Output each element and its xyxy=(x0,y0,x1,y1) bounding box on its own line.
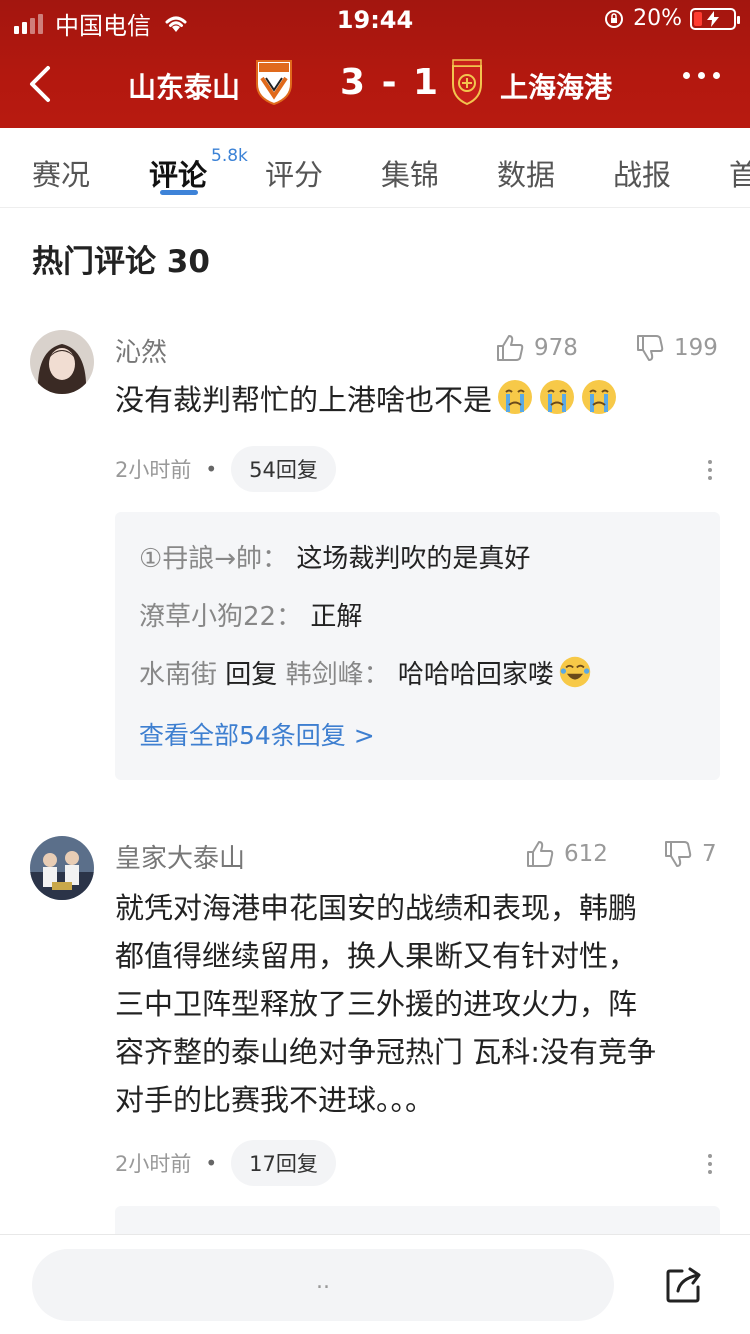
comment-count-badge: 5.8k xyxy=(211,146,248,166)
comment-meta: 2小时前 • 54回复 xyxy=(115,446,336,492)
comment-username[interactable]: 沁然 xyxy=(115,332,167,369)
comment-time: 2小时前 xyxy=(115,1152,192,1176)
battery-fill xyxy=(694,11,702,26)
tab-ratings[interactable]: 评分 xyxy=(265,152,323,194)
reply-preview-box[interactable]: ①冄誏→帥： 这场裁判吹的是真好 潦草小狗22： 正解 水南街 回复 韩剑峰： … xyxy=(115,512,720,780)
comment-text: 就凭对海港申花国安的战绩和表现，韩鹏 都值得继续留用，换人果断又有针对性， 三中… xyxy=(115,891,656,1117)
thumbs-down-icon xyxy=(637,335,664,361)
tab-match-status[interactable]: 赛况 xyxy=(32,152,90,194)
dislike-count: 199 xyxy=(674,335,718,361)
comment-meta: 2小时前 • 17回复 xyxy=(115,1140,336,1186)
shanghai-port-logo-icon[interactable] xyxy=(447,58,487,106)
like-button[interactable]: 978 xyxy=(494,332,578,364)
dislike-button[interactable]: 7 xyxy=(662,838,717,870)
tab-report[interactable]: 战报 xyxy=(613,152,671,194)
like-count: 978 xyxy=(534,335,578,361)
rotation-lock-icon xyxy=(605,9,624,28)
away-team-name[interactable]: 上海海港 xyxy=(500,66,612,106)
back-icon[interactable] xyxy=(26,62,54,106)
comment-text: 没有裁判帮忙的上港啥也不是 xyxy=(115,376,725,424)
status-bar: 中国电信 19:44 20% xyxy=(0,0,750,40)
thumbs-down-icon xyxy=(665,841,692,867)
crying-face-emoji-icon xyxy=(498,380,533,414)
laughing-tears-emoji-icon xyxy=(559,656,591,688)
dislike-count: 7 xyxy=(702,841,717,867)
match-header: 中国电信 19:44 20% 山东泰山 3 - 1 上海海港 xyxy=(0,0,750,128)
like-count: 612 xyxy=(564,841,608,867)
replies-button[interactable]: 54回复 xyxy=(231,446,336,492)
tab-more[interactable]: 首 xyxy=(729,152,750,194)
comment-more-icon[interactable] xyxy=(708,1154,712,1174)
bottom-bar: .. xyxy=(0,1234,750,1334)
tab-bar: 赛况 评论 5.8k 评分 集锦 数据 战报 首 xyxy=(0,128,750,208)
crying-face-emoji-icon xyxy=(540,380,575,414)
match-score: 3 - 1 xyxy=(340,62,441,103)
home-team-name[interactable]: 山东泰山 xyxy=(128,66,240,106)
avatar[interactable] xyxy=(30,330,94,394)
comment-input[interactable]: .. xyxy=(32,1249,614,1321)
reply-item: 潦草小狗22： 正解 xyxy=(139,602,363,632)
battery-icon xyxy=(690,7,740,30)
battery-percent: 20% xyxy=(633,6,682,31)
thumbs-up-icon xyxy=(497,335,524,361)
status-right: 20% xyxy=(603,6,740,31)
more-icon[interactable] xyxy=(683,72,720,79)
tab-highlights[interactable]: 集锦 xyxy=(381,152,439,194)
reply-item: ①冄誏→帥： 这场裁判吹的是真好 xyxy=(139,544,531,574)
crying-face-emoji-icon xyxy=(582,380,617,414)
like-button[interactable]: 612 xyxy=(524,838,608,870)
thumbs-up-icon xyxy=(527,841,554,867)
replies-button[interactable]: 17回复 xyxy=(231,1140,336,1186)
avatar[interactable] xyxy=(30,836,94,900)
shandong-taishan-logo-icon[interactable] xyxy=(254,58,294,106)
comment-input-placeholder: .. xyxy=(316,1269,330,1294)
active-tab-indicator xyxy=(160,190,198,195)
share-icon[interactable] xyxy=(664,1265,704,1305)
view-all-replies-link[interactable]: 查看全部54条回复 > xyxy=(139,716,375,752)
reply-item: 水南街 回复 韩剑峰： 哈哈哈回家喽 xyxy=(139,654,592,691)
tab-comments[interactable]: 评论 5.8k xyxy=(149,146,248,194)
dislike-button[interactable]: 199 xyxy=(634,332,718,364)
comment-time: 2小时前 xyxy=(115,458,192,482)
tab-stats[interactable]: 数据 xyxy=(497,152,555,194)
comment-username[interactable]: 皇家大泰山 xyxy=(115,838,245,875)
section-title: 热门评论 30 xyxy=(32,244,210,280)
comment-more-icon[interactable] xyxy=(708,460,712,480)
